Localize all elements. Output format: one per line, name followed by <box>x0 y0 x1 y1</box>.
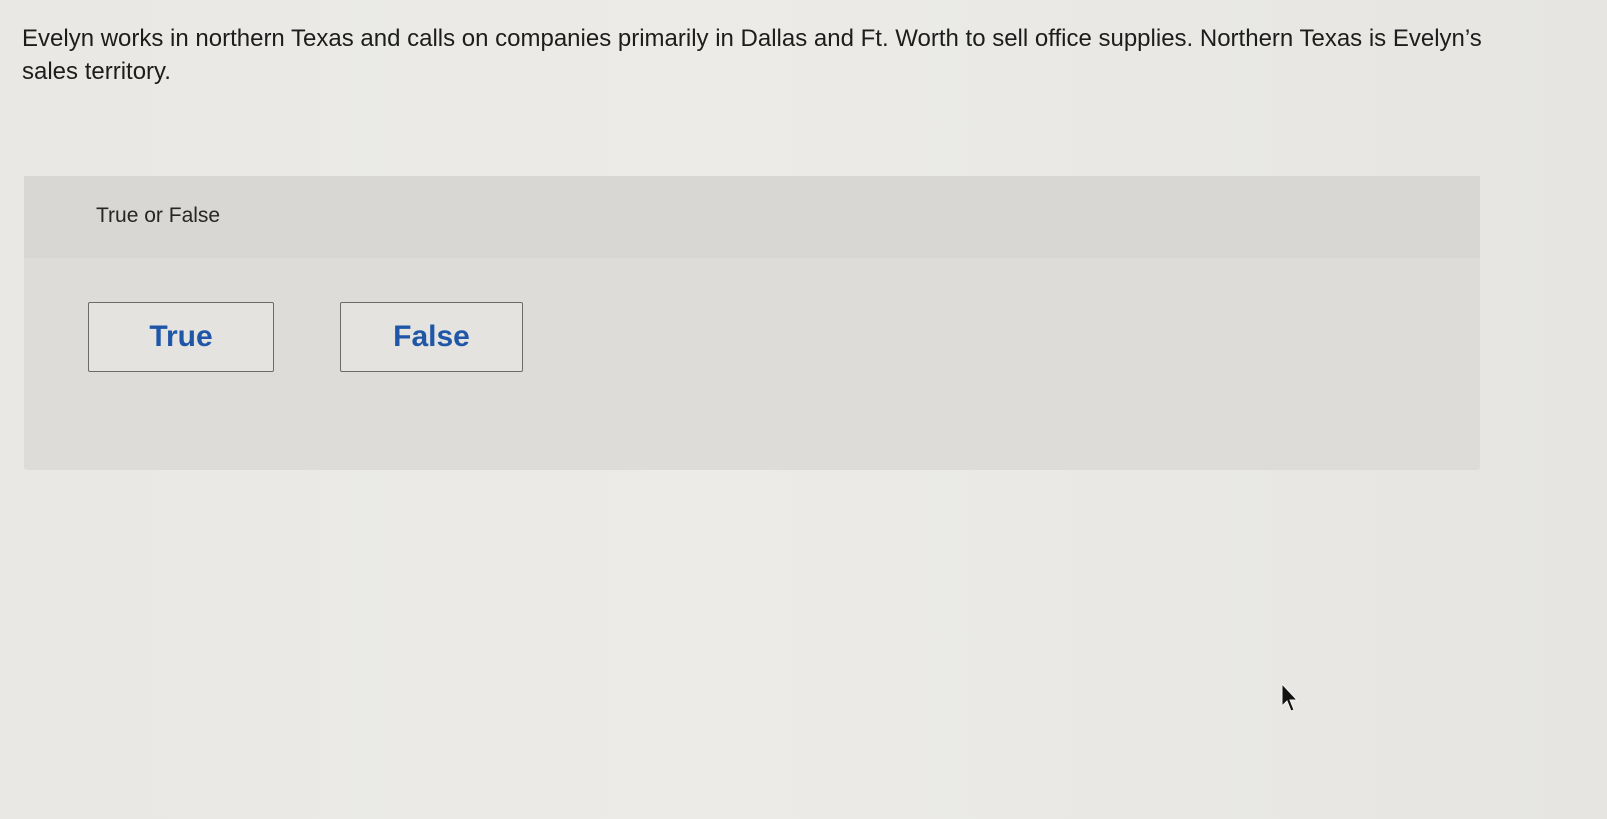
mouse-pointer-icon <box>1281 683 1299 712</box>
false-button[interactable]: False <box>340 302 523 372</box>
panel-header: True or False <box>24 176 1480 258</box>
true-false-panel: True or False True False <box>24 176 1480 470</box>
question-type-label: True or False <box>96 204 221 227</box>
true-button[interactable]: True <box>88 302 274 372</box>
question-text: Evelyn works in northern Texas and calls… <box>22 25 1482 85</box>
